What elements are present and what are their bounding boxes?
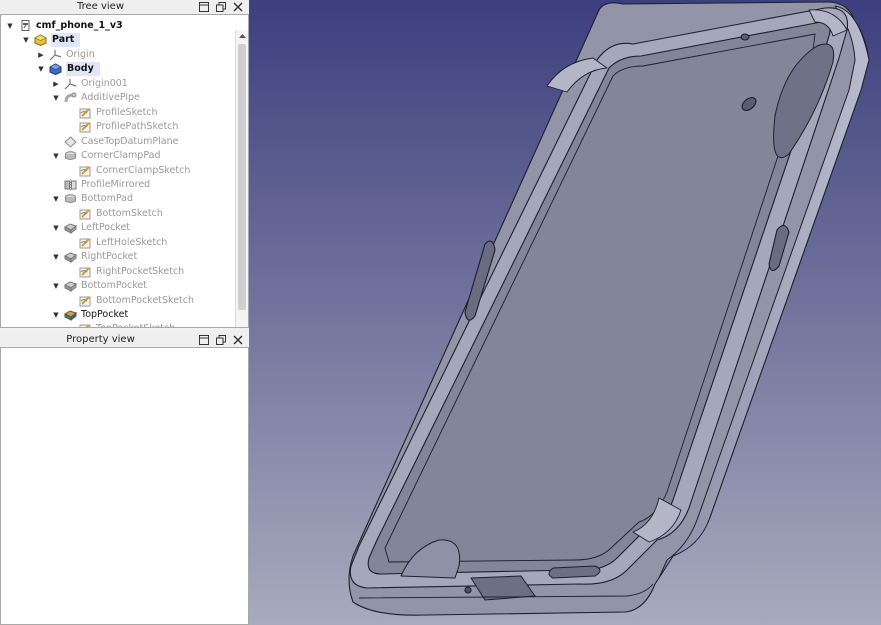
tree-view[interactable]: ▼ cmf_phone_1_v3 ▼ Part ▶ Origin ▼ Body ▶ Origin0… [0,14,249,328]
tree-item-origin001[interactable]: ▶ Origin001 [1,77,233,91]
tree-view-close-icon[interactable] [232,1,244,13]
additive-pipe-icon [64,92,77,104]
origin-icon [64,78,77,90]
pad-icon [64,193,77,205]
tree-view-restore-icon[interactable] [215,1,227,13]
tree-item-label: Part [51,33,81,48]
sketch-icon [79,323,92,327]
tree-item-bottompad[interactable]: ▼ BottomPad [1,192,233,206]
tree-item-bottompocket[interactable]: ▼ BottomPocket [1,279,233,293]
tree-item-bottomsketch[interactable]: BottomSketch [1,207,233,221]
tree-item-label: RightPocketSketch [96,265,185,277]
expand-arrow-icon[interactable]: ▼ [52,149,60,163]
top-pin-hole [740,33,750,41]
sketch-icon [79,295,92,307]
tree-item-leftpocket[interactable]: ▼ LeftPocket [1,221,233,235]
property-view-restore-icon[interactable] [215,334,227,346]
expand-arrow-icon[interactable]: ▼ [37,62,45,76]
tree-item-toppocketsketch[interactable]: TopPocketSketch [1,322,233,327]
property-view-float-icon[interactable] [198,334,210,346]
tree-item-label: RightPocket [81,251,138,263]
pocket-icon [63,222,78,235]
tip-pocket-icon [63,309,78,322]
tree-item-profilesketch[interactable]: ProfileSketch [1,106,233,120]
tree-item-label: BottomSketch [96,207,163,219]
pocket-icon [63,251,78,264]
tree-item-bottompocketsketch[interactable]: BottomPocketSketch [1,294,233,308]
tree-item-label: TopPocketSketch [96,322,175,327]
tree-scroll-thumb[interactable] [238,44,246,310]
expand-arrow-icon[interactable]: ▼ [52,221,60,235]
mic-hole [464,586,472,594]
tree-item-label: LeftPocket [81,222,131,234]
tree-item-cornerclamppad[interactable]: ▼ CornerClampPad [1,149,233,163]
tree-item-label: ProfileMirrored [81,178,151,190]
tree-item-label: Origin001 [81,77,128,89]
property-view-title: Property view [66,334,135,345]
tree-view-titlebar: Tree view [0,0,249,15]
tree-item-label: CornerClampPad [81,150,161,162]
document-icon [19,20,32,32]
tree-item-cmf_phone_1_v3[interactable]: ▼ cmf_phone_1_v3 [1,19,233,33]
expand-arrow-icon[interactable]: ▼ [22,33,30,47]
sketch-icon [79,208,92,220]
tree-item-label: BottomPad [81,193,133,205]
collapse-arrow-icon[interactable]: ▶ [52,77,60,91]
sketch-icon [79,266,92,278]
tree-view-title: Tree view [76,1,125,12]
sketch-icon [79,165,92,177]
tree-item-profilepathsketch[interactable]: ProfilePathSketch [1,120,233,134]
property-view[interactable] [0,347,249,625]
tree-item-label: TopPocket [81,309,129,320]
pad-icon [64,150,77,162]
origin-icon [49,49,62,61]
tree-item-label: CornerClampSketch [96,164,191,176]
tree-item-label: ProfileSketch [96,106,158,118]
tree-item-cornerclampsketch[interactable]: CornerClampSketch [1,164,233,178]
expand-arrow-icon[interactable]: ▼ [52,279,60,293]
tree-item-label: Body [66,62,100,77]
expand-arrow-icon[interactable]: ▼ [52,192,60,206]
3d-viewport[interactable] [249,0,881,625]
tree-item-label: LeftHoleSketch [96,236,168,248]
expand-arrow-icon[interactable]: ▼ [52,308,60,322]
datum-plane-icon [64,135,77,148]
tree-item-label: cmf_phone_1_v3 [36,20,123,31]
tree-item-origin[interactable]: ▶ Origin [1,48,233,62]
tree-item-additivepipe[interactable]: ▼ AdditivePipe [1,91,233,105]
tree-item-label: CaseTopDatumPlane [81,135,179,147]
expand-arrow-icon[interactable]: ▼ [52,91,60,105]
tree-item-label: Origin [66,48,95,60]
expand-arrow-icon[interactable]: ▼ [52,250,60,264]
expand-arrow-icon[interactable]: ▼ [6,19,14,33]
tree-item-toppocket[interactable]: ▼ TopPocket [1,308,233,322]
tree-item-label: BottomPocketSketch [96,294,195,306]
tree-item-profilemirrored[interactable]: ProfileMirrored [1,178,233,192]
tree-item-leftholesketch[interactable]: LeftHoleSketch [1,236,233,250]
tree-item-label: AdditivePipe [81,92,140,104]
tree-item-rightpocketsketch[interactable]: RightPocketSketch [1,265,233,279]
pocket-icon [63,280,78,293]
tree-item-rightpocket[interactable]: ▼ RightPocket [1,250,233,264]
sketch-icon [79,107,92,119]
collapse-arrow-icon[interactable]: ▶ [37,48,45,62]
sketch-icon [79,121,92,133]
tree-item-label: BottomPocket [81,280,148,292]
speaker-slot [548,565,601,579]
tree-item-label: ProfilePathSketch [96,121,179,133]
tree-view-float-icon[interactable] [198,1,210,13]
mirrored-icon [64,178,77,191]
property-view-titlebar: Property view [0,333,249,348]
tree-item-body[interactable]: ▼ Body [1,62,233,77]
part-icon [34,34,47,47]
sketch-icon [79,237,92,249]
scroll-up-icon[interactable] [238,32,247,40]
tree-scrollbar[interactable] [235,30,248,327]
tree-item-part[interactable]: ▼ Part [1,33,233,48]
body-icon [49,63,62,76]
tree-item-casetopdatumplane[interactable]: CaseTopDatumPlane [1,135,233,149]
property-view-close-icon[interactable] [232,334,244,346]
